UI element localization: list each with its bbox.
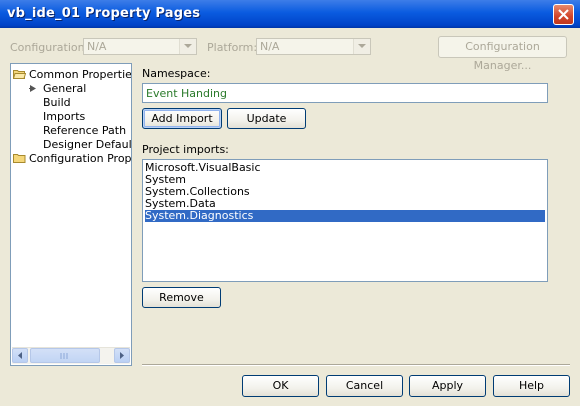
chevron-left-icon [18,352,22,359]
folder-icon [13,154,26,163]
close-button[interactable] [553,4,574,25]
project-imports-list[interactable]: Microsoft.VisualBasic System System.Coll… [142,159,548,282]
chevron-down-icon [184,44,192,48]
tree-item-label: Configuration Properties [29,152,132,165]
folder-open-icon [13,70,26,79]
namespace-input[interactable]: Event Handing [142,83,548,103]
divider [142,364,570,366]
list-item[interactable]: Microsoft.VisualBasic [145,162,545,174]
namespace-value: Event Handing [146,87,227,100]
platform-value: N/A [260,40,280,53]
title-bar[interactable]: vb_ide_01 Property Pages [0,0,580,28]
platform-label: Platform: [207,41,258,54]
property-tree[interactable]: Common Properties General Build Imports … [10,63,132,366]
arrow-right-icon [29,85,36,92]
remove-button[interactable]: Remove [142,287,221,308]
list-item-selected[interactable]: System.Diagnostics [145,210,545,222]
tree-item-designer-defaults[interactable]: Designer Defaults [43,138,131,151]
ok-button[interactable]: OK [242,375,319,397]
add-import-button[interactable]: Add Import [142,108,222,129]
configuration-manager-button[interactable]: Configuration Manager... [438,36,567,72]
window-title: vb_ide_01 Property Pages [7,6,201,21]
scroll-thumb[interactable] [30,348,100,363]
configuration-label: Configuration: [10,41,89,54]
chevron-down-icon [358,44,366,48]
grip-icon [60,353,68,359]
update-button[interactable]: Update [227,108,306,129]
tree-item-reference-path[interactable]: Reference Path [43,124,126,137]
tree-item-label: General [43,82,87,95]
property-pages-dialog: vb_ide_01 Property Pages Configuration: … [0,0,580,406]
apply-button[interactable]: Apply [409,375,486,397]
chevron-right-icon [120,352,124,359]
close-icon [558,9,569,20]
configuration-select[interactable]: N/A [83,38,197,55]
configuration-value: N/A [87,40,107,53]
tree-item-build[interactable]: Build [43,96,71,109]
configuration-dropdown-arrow[interactable] [179,39,196,54]
tree-item-label: Common Properties [29,68,132,81]
scroll-right-button[interactable] [114,348,130,363]
help-button[interactable]: Help [493,375,570,397]
scroll-left-button[interactable] [12,348,28,363]
tree-horizontal-scrollbar[interactable] [12,347,130,364]
project-imports-label: Project imports: [142,143,229,156]
platform-dropdown-arrow[interactable] [353,39,370,54]
cancel-button[interactable]: Cancel [326,375,403,397]
tree-item-imports[interactable]: Imports [43,110,85,123]
platform-select[interactable]: N/A [256,38,371,55]
namespace-label: Namespace: [142,67,211,80]
